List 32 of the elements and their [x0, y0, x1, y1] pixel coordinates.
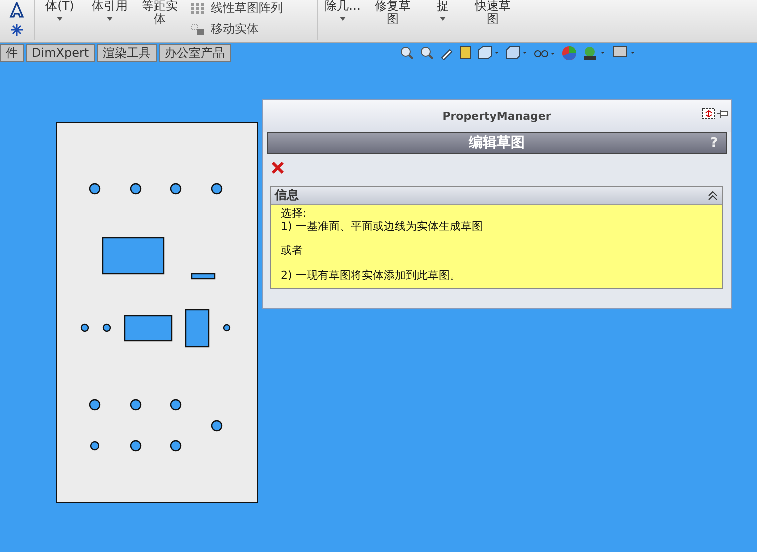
ribbon-button[interactable]: 体(T) [38, 0, 82, 21]
tab[interactable]: 渲染工具 [97, 44, 158, 62]
tab[interactable]: 件 [0, 44, 24, 62]
close-icon[interactable] [271, 161, 285, 175]
info-text: 2) 一现有草图将实体添加到此草图。 [281, 270, 462, 282]
ribbon-button[interactable]: 移动实体 [191, 21, 311, 38]
ribbon-button[interactable]: 线性草图阵列 [191, 0, 311, 17]
monitor-icon[interactable] [613, 46, 637, 60]
tab[interactable]: DimXpert [26, 44, 96, 62]
collapse-icon[interactable] [702, 108, 716, 120]
section-title: 编辑草图 [469, 134, 525, 152]
ribbon-button[interactable]: 修复草图 [371, 0, 415, 26]
info-text: 选择: [281, 208, 308, 220]
pin-icon[interactable] [717, 108, 729, 120]
tab[interactable]: 办公室产品 [159, 44, 232, 62]
move-icon [191, 24, 205, 36]
info-text: 或者 [281, 245, 304, 258]
asterisk-icon[interactable] [11, 24, 23, 36]
grid-icon [191, 2, 205, 14]
chevron-up-icon[interactable] [708, 190, 718, 200]
group-title: 信息 [275, 187, 300, 204]
zoom-fit-icon[interactable] [400, 46, 414, 60]
ribbon-button[interactable]: 除几… [321, 0, 365, 21]
text-icon[interactable] [9, 2, 25, 18]
ribbon-button[interactable]: 快速草图 [471, 0, 515, 26]
panel-title: PropertyManager [442, 110, 552, 122]
group-header[interactable]: 信息 [271, 187, 722, 204]
info-text: 1) 一基准面、平面或边线为实体生成草图 [281, 220, 484, 233]
ribbon-button[interactable]: 体引用 [88, 0, 132, 21]
ribbon-button[interactable]: 等距实体 [138, 0, 182, 26]
ribbon-button[interactable]: 捉 [421, 0, 465, 21]
zoom-area-icon[interactable] [420, 46, 434, 60]
